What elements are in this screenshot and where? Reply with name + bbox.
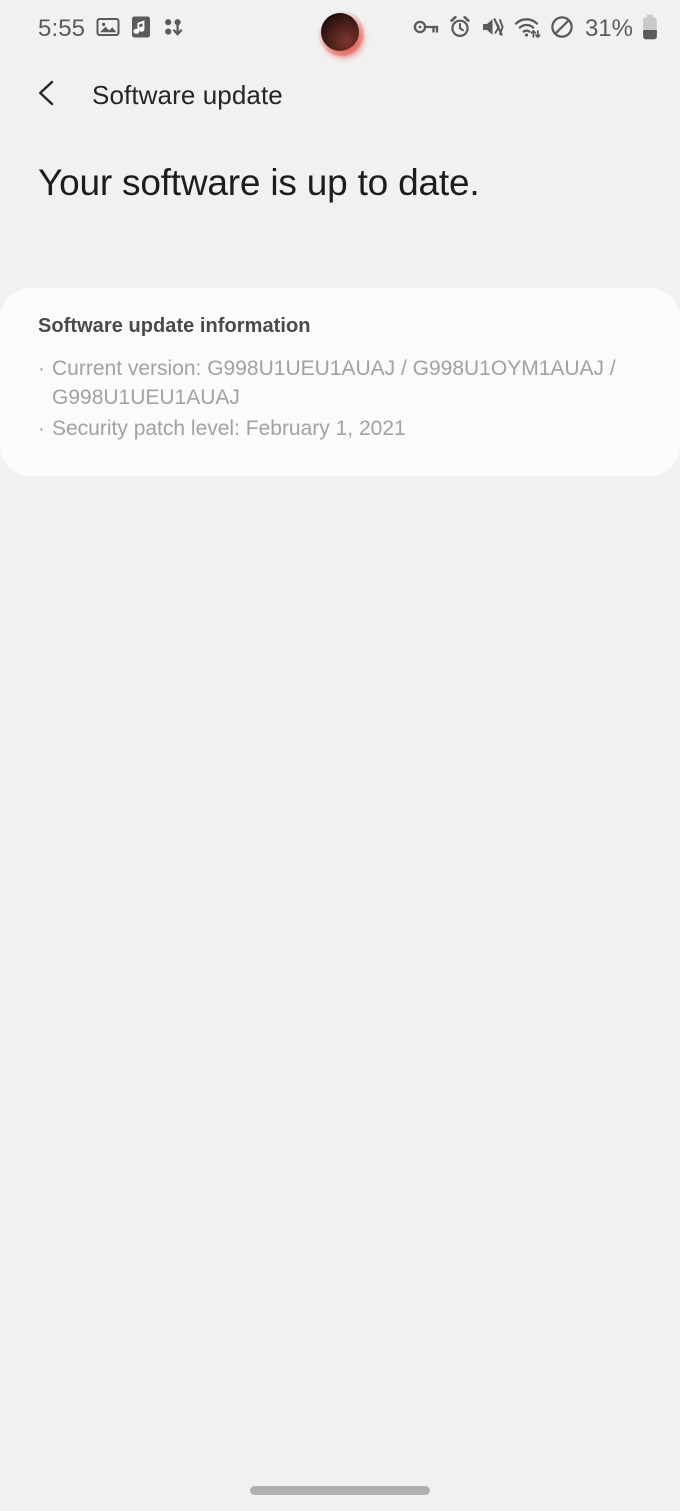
alarm-icon (448, 15, 472, 44)
do-not-disturb-icon (550, 15, 574, 44)
navigation-gesture-bar[interactable] (0, 1453, 680, 1511)
battery-percentage-label: 31% (584, 15, 633, 42)
card-title: Software update information (38, 315, 311, 337)
back-button[interactable] (14, 64, 80, 126)
current-version-text: Current version: G998U1UEU1AUAJ / G998U1… (52, 357, 616, 409)
front-camera-cutout (321, 13, 359, 51)
chevron-left-icon (32, 78, 62, 113)
update-status-headline: Your software is up to date. (38, 162, 480, 203)
app-bar: Software update (0, 64, 680, 126)
mute-vibrate-icon (481, 16, 505, 43)
page-title: Software update (92, 79, 283, 110)
bullet-point: · (38, 416, 45, 440)
info-line-current-version: · Current version: G998U1UEU1AUAJ / G998… (38, 355, 642, 413)
status-bar-clock: 5:55 (38, 15, 86, 42)
status-bar-left-group: 5:55 (38, 15, 186, 44)
bullet-point: · (38, 357, 45, 380)
phone-screen: 5:55 31% Software update Your software i… (0, 0, 680, 1511)
security-patch-level-text: Security patch level: February 1, 2021 (52, 416, 406, 440)
image-icon (96, 15, 120, 44)
status-bar-right-group: 31% (413, 14, 658, 45)
smart-switch-icon (162, 15, 186, 44)
wifi-icon (514, 15, 541, 44)
vpn-key-icon (413, 16, 439, 43)
info-line-security-patch: · Security patch level: February 1, 2021 (38, 415, 642, 444)
battery-icon (642, 14, 658, 45)
music-note-icon (131, 15, 151, 44)
software-update-information-card: Software update information · Current ve… (0, 288, 680, 476)
home-gesture-handle[interactable] (250, 1485, 430, 1495)
